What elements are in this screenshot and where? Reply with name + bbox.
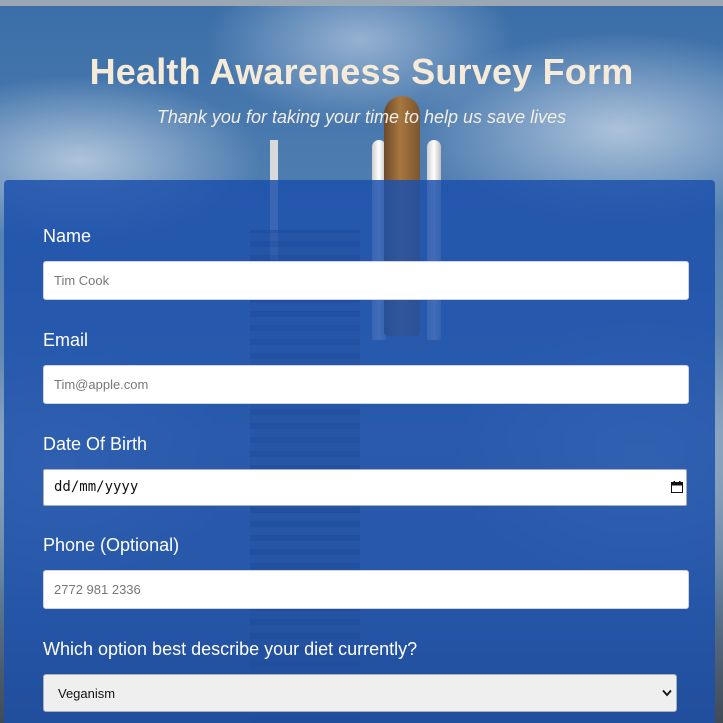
page-title: Health Awareness Survey Form <box>89 51 634 92</box>
page-header: Health Awareness Survey Form Thank you f… <box>0 50 723 128</box>
email-label: Email <box>43 330 89 350</box>
top-edge <box>0 0 723 6</box>
chevron-down-icon <box>662 689 672 697</box>
phone-input[interactable] <box>43 570 689 609</box>
dob-field-group: Date Of Birth dd/mm/yyyy <box>43 433 687 506</box>
survey-form: Name Email Date Of Birth dd/mm/yyyy Phon… <box>4 180 715 723</box>
phone-field-group: Phone (Optional) <box>43 534 689 609</box>
calendar-icon[interactable] <box>671 481 683 493</box>
phone-label: Phone (Optional) <box>43 535 180 555</box>
dob-placeholder: dd/mm/yyyy <box>54 479 139 495</box>
dob-label: Date Of Birth <box>43 434 148 454</box>
email-input[interactable] <box>43 365 689 404</box>
name-input[interactable] <box>43 261 689 300</box>
name-label: Name <box>43 226 92 246</box>
diet-field-group: Which option best describe your diet cur… <box>43 638 677 712</box>
name-field-group: Name <box>43 225 689 300</box>
diet-selected-value: Veganism <box>58 686 116 701</box>
page-subtitle: Thank you for taking your time to help u… <box>156 107 567 127</box>
email-field-group: Email <box>43 329 689 404</box>
diet-label: Which option best describe your diet cur… <box>43 639 418 659</box>
diet-select[interactable]: Veganism <box>43 674 677 712</box>
dob-input[interactable]: dd/mm/yyyy <box>43 469 687 506</box>
